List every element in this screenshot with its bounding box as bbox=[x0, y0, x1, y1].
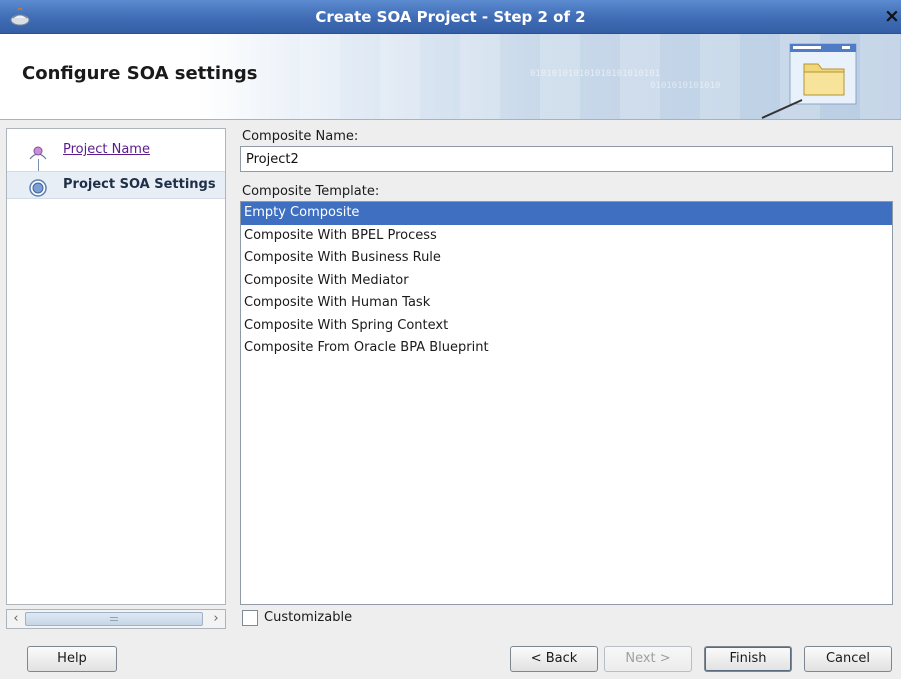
composite-name-label: Composite Name: bbox=[242, 129, 359, 144]
nav-step-project-name[interactable]: Project Name bbox=[7, 135, 225, 161]
cancel-button[interactable]: Cancel bbox=[804, 646, 892, 672]
current-step-icon bbox=[29, 179, 47, 197]
scrollbar-thumb[interactable] bbox=[25, 612, 203, 626]
window-titlebar[interactable]: Create SOA Project - Step 2 of 2 × bbox=[0, 0, 901, 34]
template-option-mediator[interactable]: Composite With Mediator bbox=[241, 270, 892, 293]
nav-step-label: Project SOA Settings bbox=[63, 177, 216, 192]
template-option-spring-context[interactable]: Composite With Spring Context bbox=[241, 315, 892, 338]
scroll-right-icon[interactable]: › bbox=[207, 610, 225, 628]
composite-name-input[interactable] bbox=[240, 146, 893, 172]
help-button[interactable]: Help bbox=[27, 646, 117, 672]
customizable-label[interactable]: Customizable bbox=[264, 610, 352, 625]
template-option-business-rule[interactable]: Composite With Business Rule bbox=[241, 247, 892, 270]
finish-button[interactable]: Finish bbox=[704, 646, 792, 672]
grip-icon bbox=[110, 617, 118, 621]
wizard-header: 010101010101010101010101 0101010101010 C… bbox=[0, 34, 901, 120]
page-title: Configure SOA settings bbox=[22, 63, 258, 84]
visited-step-icon bbox=[29, 146, 47, 160]
wizard-step-navigation: Project Name Project SOA Settings bbox=[6, 128, 226, 605]
composite-template-label: Composite Template: bbox=[242, 184, 380, 199]
customizable-checkbox[interactable] bbox=[242, 610, 258, 626]
window-title: Create SOA Project - Step 2 of 2 bbox=[315, 8, 586, 26]
nav-horizontal-scrollbar[interactable]: ‹ › bbox=[6, 609, 226, 629]
scroll-left-icon[interactable]: ‹ bbox=[7, 610, 25, 628]
back-button[interactable]: < Back bbox=[510, 646, 598, 672]
header-binary-pattern: 010101010101010101010101 bbox=[530, 69, 661, 79]
next-button[interactable]: Next > bbox=[604, 646, 692, 672]
template-option-human-task[interactable]: Composite With Human Task bbox=[241, 292, 892, 315]
nav-step-label[interactable]: Project Name bbox=[63, 142, 150, 157]
template-option-bpel-process[interactable]: Composite With BPEL Process bbox=[241, 225, 892, 248]
header-binary-pattern-2: 0101010101010 bbox=[650, 81, 721, 91]
composite-template-list[interactable]: Empty Composite Composite With BPEL Proc… bbox=[240, 201, 893, 605]
template-option-empty-composite[interactable]: Empty Composite bbox=[241, 202, 892, 225]
close-icon[interactable]: × bbox=[884, 5, 901, 27]
folder-window-icon bbox=[761, 43, 857, 119]
nav-step-project-soa-settings[interactable]: Project SOA Settings bbox=[7, 171, 225, 199]
template-option-bpa-blueprint[interactable]: Composite From Oracle BPA Blueprint bbox=[241, 337, 892, 360]
